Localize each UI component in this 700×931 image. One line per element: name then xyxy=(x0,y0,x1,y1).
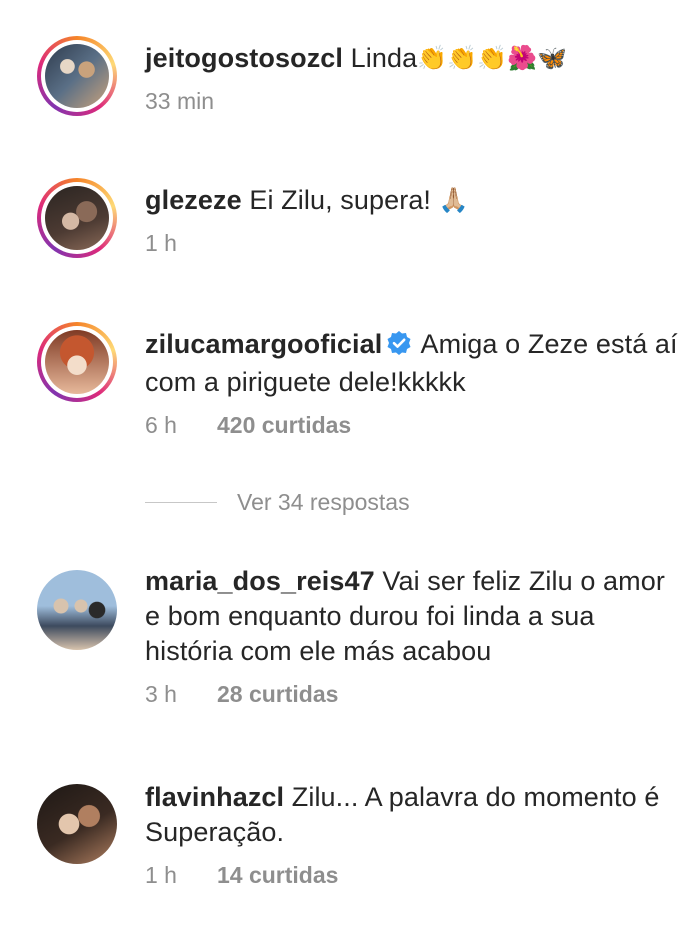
comment-username[interactable]: glezeze xyxy=(145,185,242,215)
replies-divider xyxy=(145,502,217,503)
view-replies-button[interactable]: Ver 34 respostas xyxy=(145,489,410,516)
comment-meta: 33 min xyxy=(145,88,682,115)
comment-time: 3 h xyxy=(145,681,177,707)
comment-username[interactable]: flavinhazcl xyxy=(145,782,284,812)
comment-text: jeitogostosozcl Linda👏👏👏🌺🦋 xyxy=(145,41,682,76)
comment-time: 33 min xyxy=(145,88,215,114)
avatar[interactable] xyxy=(37,570,117,650)
avatar[interactable] xyxy=(37,784,117,864)
comment-text: flavinhazcl Zilu... A palavra do momento… xyxy=(145,780,682,850)
avatar[interactable] xyxy=(37,322,117,402)
comment-time: 6 h xyxy=(145,412,177,438)
verified-badge-icon xyxy=(386,330,412,365)
view-replies-label: Ver 34 respostas xyxy=(237,489,410,515)
avatar[interactable] xyxy=(37,178,117,258)
comment-text: zilucamargooficial Amiga o Zeze está aí … xyxy=(145,327,682,400)
avatar-photo xyxy=(37,784,117,864)
avatar[interactable] xyxy=(37,36,117,116)
comment-username[interactable]: maria_dos_reis47 xyxy=(145,566,375,596)
comment-message: Ei Zilu, supera! xyxy=(249,185,432,215)
avatar-photo xyxy=(45,330,109,394)
comment-time: 1 h xyxy=(145,862,177,888)
comment-likes[interactable]: 14 curtidas xyxy=(217,862,338,888)
comment-text: maria_dos_reis47 Vai ser feliz Zilu o am… xyxy=(145,564,682,669)
praying-hands-emoji: 🙏🏼 xyxy=(438,187,469,214)
comment-username[interactable]: jeitogostosozcl xyxy=(145,43,343,73)
comment-meta: 1 h 14 curtidas xyxy=(145,862,682,889)
clap-hibiscus-butterfly-emoji: 👏👏👏🌺🦋 xyxy=(417,45,568,72)
comment-username[interactable]: zilucamargooficial xyxy=(145,329,382,359)
comment-message: Linda xyxy=(350,43,418,73)
comment-meta: 1 h xyxy=(145,230,682,257)
avatar-photo xyxy=(45,186,109,250)
comment-likes[interactable]: 420 curtidas xyxy=(217,412,351,438)
avatar-photo xyxy=(37,570,117,650)
comment-meta: 3 h 28 curtidas xyxy=(145,681,682,708)
comment-text: glezeze Ei Zilu, supera! 🙏🏼 xyxy=(145,183,682,218)
avatar-photo xyxy=(45,44,109,108)
comment-likes[interactable]: 28 curtidas xyxy=(217,681,338,707)
comment-meta: 6 h 420 curtidas xyxy=(145,412,682,439)
comment-time: 1 h xyxy=(145,230,177,256)
